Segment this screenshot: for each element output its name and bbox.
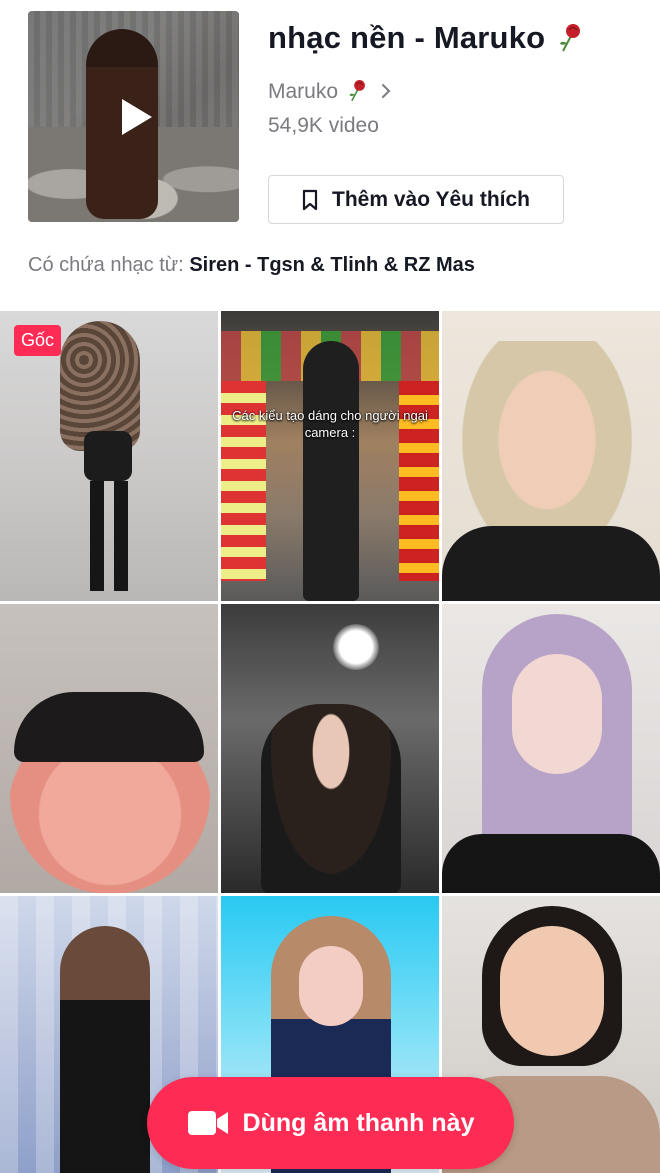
use-this-sound-button[interactable]: Dùng âm thanh này <box>147 1077 514 1169</box>
rose-icon <box>349 80 365 102</box>
favorite-label: Thêm vào Yêu thích <box>332 187 530 211</box>
add-to-favorites-button[interactable]: Thêm vào Yêu thích <box>268 175 564 224</box>
rose-icon <box>560 24 581 52</box>
video-grid: Gốc Các kiểu tạo dáng cho người ngại cam… <box>0 311 660 1173</box>
play-icon[interactable] <box>114 95 158 139</box>
contains-music-line: Có chứa nhạc từ: Siren - Tgsn & Tlinh & … <box>28 254 475 277</box>
chevron-right-icon <box>381 84 391 98</box>
sound-cover-thumbnail[interactable] <box>28 11 239 222</box>
original-badge: Gốc <box>14 325 62 356</box>
video-tile[interactable]: Các kiểu tạo dáng cho người ngại camera … <box>221 311 439 601</box>
bookmark-icon <box>302 189 318 210</box>
author-link[interactable]: Maruko <box>268 78 392 104</box>
contains-prefix: Có chứa nhạc từ: <box>28 254 184 276</box>
use-this-sound-label: Dùng âm thanh này <box>242 1108 475 1137</box>
video-tile[interactable]: Gốc <box>0 311 218 601</box>
author-name: Maruko <box>268 78 368 104</box>
video-tile[interactable] <box>221 604 439 893</box>
sound-title: nhạc nền - Maruko <box>268 20 584 56</box>
author-name-text: Maruko <box>268 80 339 103</box>
video-tile[interactable] <box>0 604 218 893</box>
video-count: 54,9K video <box>268 114 379 137</box>
sound-header: nhạc nền - Maruko Maruko 54,9K video Thê… <box>0 0 660 306</box>
video-caption: Các kiểu tạo dáng cho người ngại camera … <box>232 408 428 440</box>
video-camera-icon <box>187 1111 228 1135</box>
video-tile[interactable] <box>442 311 660 601</box>
contains-track[interactable]: Siren - Tgsn & Tlinh & RZ Mas <box>189 254 475 276</box>
sound-title-text: nhạc nền - Maruko <box>268 20 546 55</box>
video-tile[interactable] <box>442 604 660 893</box>
